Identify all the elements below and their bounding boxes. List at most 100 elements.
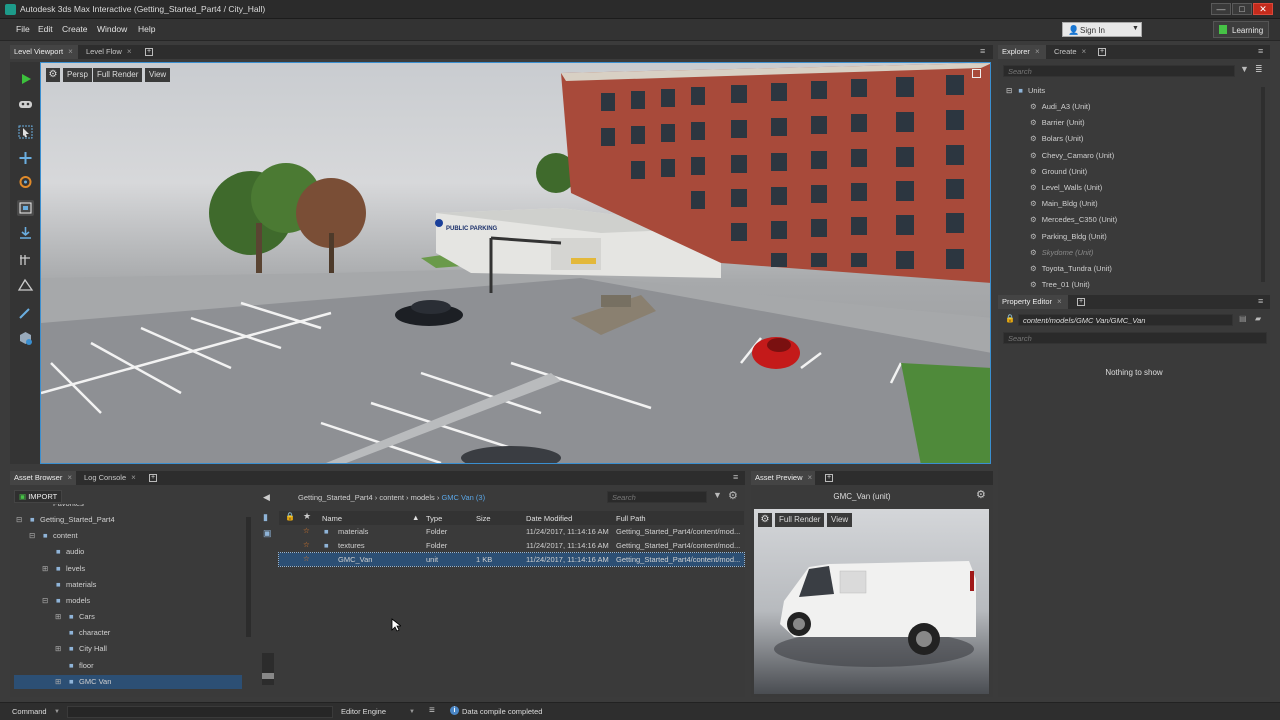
select-icon[interactable] [17,124,34,140]
menu-icon[interactable]: ≡ [980,46,985,56]
file-row[interactable]: ☆ GMC_Van unit 1 KB 11/24/2017, 11:14:16 AM G… [278,552,745,567]
add-tab-icon[interactable]: + [1098,48,1106,56]
explorer-unit-item[interactable]: ⚙ Barrier (Unit) [1030,118,1085,127]
maximize-viewport-icon[interactable] [972,69,981,78]
tab-explorer[interactable]: Explorer × [998,45,1046,59]
asset-tree-item[interactable]: ■ materials [14,578,242,592]
view-button[interactable]: View [145,68,171,82]
learning-button[interactable]: Learning [1213,21,1269,38]
close-icon[interactable]: × [68,47,73,56]
menu-edit[interactable]: Edit [38,24,53,34]
close-icon[interactable]: × [127,47,132,56]
close-icon[interactable]: × [1057,297,1062,306]
explorer-unit-item[interactable]: ⚙ Ground (Unit) [1030,167,1087,176]
scale-icon[interactable] [17,200,34,216]
sign-in-dropdown[interactable]: 👤 Sign In ▼ [1062,22,1142,37]
asset-search-input[interactable]: Search [607,491,707,503]
maximize-button[interactable]: □ [1232,3,1252,15]
explorer-unit-item[interactable]: ⚙ Main_Bldg (Unit) [1030,199,1098,208]
lock-column-icon[interactable]: 🔒 [285,512,295,521]
tab-asset-browser[interactable]: Asset Browser × [10,471,76,485]
add-tab-icon[interactable]: + [145,48,153,56]
settings-gear-icon[interactable]: ⚙ [976,488,986,501]
expander-icon[interactable]: ⊞ [55,610,61,624]
menu-window[interactable]: Window [97,24,127,34]
favorite-star-icon[interactable]: ☆ [303,526,310,535]
explorer-unit-item[interactable]: ⚙ Parking_Bldg (Unit) [1030,232,1107,241]
asset-tree-item[interactable]: ■ character [14,626,242,640]
expander-icon[interactable]: ⊟ [29,529,35,543]
back-arrow-icon[interactable]: ◀ [263,492,270,503]
engine-dropdown[interactable]: Editor Engine ▼ [337,706,417,718]
tab-asset-preview[interactable]: Asset Preview × [751,471,815,485]
breadcrumb-item[interactable]: Getting_Started_Part4 [298,493,373,502]
favorite-star-icon[interactable]: ☆ [303,554,310,563]
explorer-unit-item[interactable]: ⚙ Audi_A3 (Unit) [1030,102,1091,111]
column-type[interactable]: Type [426,514,442,523]
expander-icon[interactable]: ⊟ [16,513,22,527]
close-icon[interactable]: × [1082,47,1087,56]
rotate-icon[interactable] [17,174,34,190]
close-icon[interactable]: × [1035,47,1040,56]
move-icon[interactable] [17,150,34,166]
filter-icon[interactable]: ▼ [1240,64,1249,74]
expander-icon[interactable]: ⊞ [42,562,48,576]
column-full-path[interactable]: Full Path [616,514,646,523]
explorer-unit-item[interactable]: ⚙ Mercedes_C350 (Unit) [1030,215,1117,224]
gamepad-icon[interactable] [17,96,34,112]
property-search-input[interactable]: Search [1003,332,1267,344]
asset-tree-item[interactable]: ⊞ ■ Cars [14,610,242,624]
explorer-unit-item[interactable]: ⚙ Level_Walls (Unit) [1030,183,1102,192]
favorite-star-icon[interactable]: ☆ [303,540,310,549]
add-tab-icon[interactable]: + [825,474,833,482]
asset-tree-item[interactable]: ⊟ ■ content [14,529,242,543]
gear-icon[interactable]: ⚙ [46,68,60,82]
asset-tree-item[interactable]: ⊞ ■ City Hall [14,642,242,656]
tab-create[interactable]: Create × [1050,45,1094,59]
close-button[interactable]: ✕ [1253,3,1273,15]
column-size[interactable]: Size [476,514,491,523]
asset-tree-item[interactable]: ■ audio [14,545,242,559]
place-object-icon[interactable] [17,330,34,346]
tab-property-editor[interactable]: Property Editor × [998,295,1068,309]
paint-icon[interactable] [17,305,34,321]
breadcrumb-item[interactable]: models [411,493,435,502]
scrollbar[interactable] [246,517,251,637]
explorer-search-input[interactable]: Search [1003,65,1235,77]
add-tab-icon[interactable]: + [1077,298,1085,306]
menu-icon[interactable]: ≡ [733,472,738,482]
preview-full-render-button[interactable]: Full Render [775,513,825,527]
menu-create[interactable]: Create [62,24,88,34]
measure-icon[interactable] [17,277,34,293]
expander-icon[interactable]: ⊟ [42,594,48,608]
explorer-unit-item[interactable]: ⚙ Bolars (Unit) [1030,134,1083,143]
asset-tree-item[interactable]: ⊟ ■ models [14,594,242,608]
expander-icon[interactable]: ⊞ [55,675,61,689]
gear-icon[interactable]: ⚙ [758,513,772,527]
menu-help[interactable]: Help [138,24,155,34]
menu-file[interactable]: File [16,24,30,34]
grid-snap-icon[interactable] [17,252,34,268]
property-path-field[interactable]: content/models/GMC Van/GMC_Van [1018,314,1233,326]
play-icon[interactable] [17,71,34,87]
favorite-column-icon[interactable]: ★ [303,511,311,522]
command-dropdown[interactable]: Command ▼ [6,706,62,718]
tab-level-viewport[interactable]: Level Viewport × [10,45,78,59]
close-icon[interactable]: × [808,473,813,482]
file-row[interactable]: ☆ ■ materials Folder 11/24/2017, 11:14:16 AM… [279,525,744,538]
file-row[interactable]: ☆ ■ textures Folder 11/24/2017, 11:14:16 AM G… [279,539,744,552]
add-folder-icon[interactable]: ▣ [263,528,272,539]
column-date-modified[interactable]: Date Modified [526,514,572,523]
explorer-unit-item[interactable]: ⚙ Toyota_Tundra (Unit) [1030,264,1112,273]
preview-viewport[interactable]: ⚙ Full Render View [754,509,989,694]
tree-root-units[interactable]: ⊟ ■ Units [1006,86,1045,95]
preview-view-button[interactable]: View [827,513,853,527]
close-icon[interactable]: × [131,473,136,482]
filter-icon[interactable]: ▼ [713,490,722,500]
snap-icon[interactable] [17,225,34,241]
breadcrumb-item[interactable]: content [379,493,404,502]
settings-gear-icon[interactable]: ⚙ [728,489,738,502]
tab-log-console[interactable]: Log Console × [80,471,142,485]
import-button[interactable]: ▣ IMPORT [14,490,62,503]
zoom-slider[interactable] [262,653,274,685]
